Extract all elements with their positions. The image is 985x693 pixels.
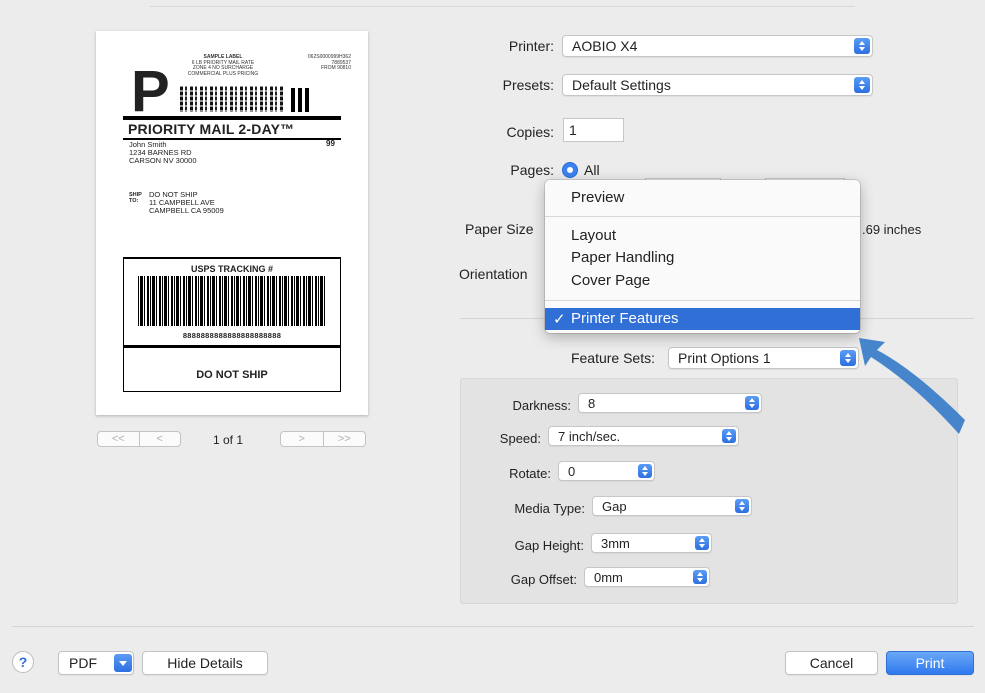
printer-label: Printer: — [508, 38, 554, 54]
updown-arrow-icon — [745, 396, 759, 410]
menu-item-paper-handling[interactable]: Paper Handling — [571, 249, 674, 266]
tracking-barcode — [138, 276, 326, 326]
ship-to-label: SHIP TO: — [129, 192, 142, 204]
updown-arrow-icon — [854, 38, 870, 54]
menu-item-printer-features[interactable]: ✓ Printer Features — [545, 308, 860, 330]
next-page-button[interactable]: > — [281, 432, 323, 446]
printer-value: AOBIO X4 — [572, 38, 638, 54]
copies-label: Copies: — [506, 124, 554, 140]
updown-arrow-icon — [693, 570, 707, 584]
tracking-title: USPS TRACKING # — [190, 264, 273, 274]
speed-select[interactable]: 7 inch/sec. — [548, 426, 739, 446]
page-indicator: 1 of 1 — [213, 433, 244, 447]
gap-offset-label: Gap Offset: — [510, 572, 577, 587]
code-99: 99 — [326, 139, 335, 148]
presets-select[interactable]: Default Settings — [562, 74, 873, 96]
rotate-label: Rotate: — [509, 466, 551, 481]
presets-label: Presets: — [502, 77, 554, 93]
updown-arrow-icon — [638, 464, 652, 478]
cancel-button[interactable]: Cancel — [785, 651, 878, 675]
updown-arrow-icon — [722, 429, 736, 443]
speed-label: Speed: — [499, 431, 541, 446]
copies-input[interactable]: 1 — [563, 118, 624, 142]
feature-sets-value: Print Options 1 — [678, 350, 771, 366]
label-codes: 062S0000999H362 7889537 FROM 90810 — [307, 54, 351, 71]
checkmark-icon: ✓ — [553, 311, 566, 328]
pages-label: Pages: — [510, 162, 554, 178]
sample-header: SAMPLE LABEL 6 LB PRIORITY MAIL RATE ZON… — [187, 54, 259, 77]
printer-select[interactable]: AOBIO X4 — [562, 35, 873, 57]
help-button[interactable]: ? — [12, 651, 34, 673]
updown-arrow-icon — [854, 77, 870, 93]
pointer-arrow-icon — [859, 338, 965, 434]
hide-details-button[interactable]: Hide Details — [142, 651, 268, 675]
gap-offset-select[interactable]: 0mm — [584, 567, 710, 587]
chevron-down-icon — [114, 654, 132, 672]
print-button[interactable]: Print — [886, 651, 974, 675]
pager-forward-group: > >> — [280, 431, 366, 447]
media-type-label: Media Type: — [514, 501, 585, 516]
menu-item-preview[interactable]: Preview — [571, 189, 624, 206]
previous-page-button[interactable]: < — [138, 432, 181, 446]
feature-sets-label: Feature Sets: — [570, 350, 655, 366]
menu-item-cover-page[interactable]: Cover Page — [571, 272, 650, 289]
gap-height-select[interactable]: 3mm — [591, 533, 712, 553]
pages-all-radio[interactable] — [562, 162, 578, 178]
updown-arrow-icon — [695, 536, 709, 550]
label-footer-text: DO NOT SHIP — [196, 369, 268, 381]
presets-value: Default Settings — [572, 77, 671, 93]
service-letter: P — [131, 59, 170, 124]
pages-all-label: All — [584, 162, 600, 178]
media-type-select[interactable]: Gap — [592, 496, 752, 516]
menu-item-layout[interactable]: Layout — [571, 227, 616, 244]
feature-sets-select[interactable]: Print Options 1 — [668, 347, 859, 369]
pager-back-group: << < — [97, 431, 181, 447]
updown-arrow-icon — [840, 350, 856, 366]
last-page-button[interactable]: >> — [322, 432, 366, 446]
barcode-marks — [291, 88, 309, 112]
label-preview: P SAMPLE LABEL 6 LB PRIORITY MAIL RATE Z… — [96, 31, 368, 415]
tracking-number: 8888888888888888888888 — [182, 331, 282, 340]
ship-to-address: DO NOT SHIP 11 CAMPBELL AVE CAMPBELL CA … — [149, 190, 224, 215]
from-address: John Smith 1234 BARNES RD CARSON NV 3000… — [129, 140, 197, 165]
paper-size-label: Paper Size — [465, 221, 534, 237]
darkness-label: Darkness: — [512, 398, 571, 413]
footer-divider — [12, 626, 974, 627]
top-divider — [150, 6, 855, 7]
darkness-select[interactable]: 8 — [578, 393, 762, 413]
section-dropdown-menu: Preview Layout Paper Handling Cover Page… — [545, 180, 860, 333]
orientation-label: Orientation — [459, 266, 528, 282]
gap-height-label: Gap Height: — [514, 538, 584, 553]
updown-arrow-icon — [735, 499, 749, 513]
service-title: PRIORITY MAIL 2-DAY™ — [128, 121, 295, 137]
first-page-button[interactable]: << — [98, 432, 139, 446]
paper-size-dimensions: .69 inches — [862, 222, 922, 237]
rotate-select[interactable]: 0 — [558, 461, 655, 481]
